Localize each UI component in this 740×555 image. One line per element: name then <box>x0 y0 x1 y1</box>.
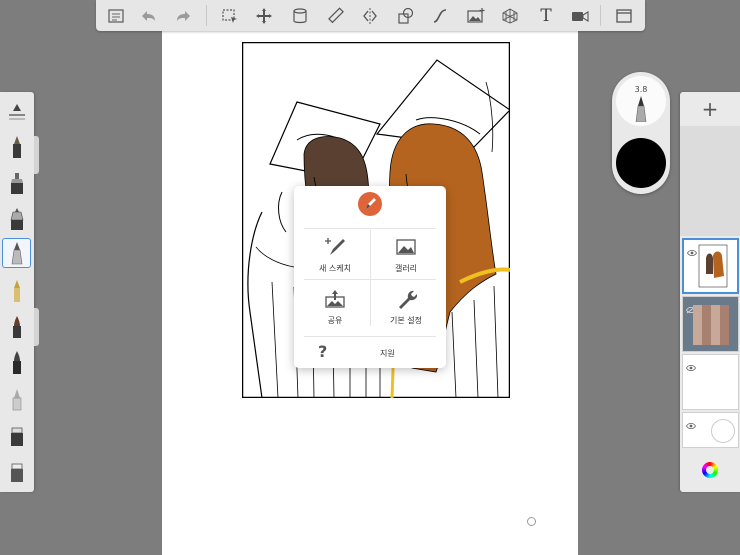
ballpoint-pen-icon[interactable] <box>2 238 31 268</box>
share-button[interactable]: 공유 <box>300 284 370 330</box>
layer-thumbnail-sketch[interactable] <box>682 238 739 294</box>
layer-thumbnail-background[interactable] <box>682 412 739 448</box>
pen-tip-icon <box>635 96 647 122</box>
preferences-label: 기본 설정 <box>390 316 422 325</box>
video-icon[interactable] <box>568 4 592 27</box>
pixelated-photo <box>693 305 729 345</box>
gallery-label: 갤러리 <box>394 264 418 273</box>
stroke-icon[interactable] <box>428 4 452 27</box>
layer-preview-image <box>698 244 728 288</box>
layer-stack-spacer <box>680 126 740 236</box>
fountain-pen-icon[interactable] <box>2 276 31 306</box>
top-toolbar: T <box>96 0 645 31</box>
layer-thumbnail-empty[interactable] <box>682 354 739 410</box>
hard-eraser-icon[interactable] <box>2 420 31 450</box>
pencil-brush-icon[interactable] <box>2 132 31 162</box>
add-layer-button[interactable]: + <box>680 92 740 126</box>
fullscreen-icon[interactable] <box>612 4 636 27</box>
airbrush-icon[interactable] <box>2 204 31 234</box>
redo-icon[interactable] <box>172 4 196 27</box>
help-button[interactable]: ? 지원 <box>304 342 436 362</box>
share-icon <box>323 288 347 310</box>
home-indicator <box>527 517 536 526</box>
fill-icon[interactable] <box>288 4 312 27</box>
paint-brush-icon[interactable] <box>2 348 31 378</box>
ink-brush-icon[interactable] <box>2 312 31 342</box>
brush-palette <box>0 92 34 492</box>
preferences-button[interactable]: 기본 설정 <box>371 284 441 330</box>
text-icon[interactable]: T <box>534 4 558 27</box>
gallery-button[interactable]: 갤러리 <box>371 232 441 278</box>
blender-icon[interactable] <box>2 456 31 486</box>
ruler-icon[interactable] <box>324 4 348 27</box>
layer-thumbnail-photo[interactable] <box>682 296 739 352</box>
menu-divider <box>304 228 436 229</box>
help-icon: ? <box>318 342 328 361</box>
color-wheel-icon[interactable] <box>702 462 718 478</box>
eye-icon[interactable] <box>687 242 697 257</box>
share-label: 공유 <box>327 316 343 325</box>
main-menu-popup: 새 스케치 갤러리 공유 기본 설정 ? 지원 <box>294 186 446 368</box>
toolbar-divider <box>206 5 207 26</box>
background-color-circle[interactable] <box>711 419 735 443</box>
marker-brush-icon[interactable] <box>2 168 31 198</box>
app-logo-icon <box>358 192 382 216</box>
eye-icon[interactable] <box>686 357 696 372</box>
shape-icon[interactable] <box>394 4 418 27</box>
brush-size-value: 3.8 <box>634 85 648 94</box>
toolbar-divider <box>600 5 601 26</box>
list-icon[interactable] <box>104 4 128 27</box>
wrench-icon <box>394 288 418 310</box>
new-sketch-icon <box>323 236 347 258</box>
menu-divider <box>304 336 436 337</box>
help-label: 지원 <box>380 349 395 358</box>
symmetry-icon[interactable] <box>358 4 382 27</box>
layers-panel: + <box>680 92 740 492</box>
palette-scroll-handle[interactable] <box>34 136 39 174</box>
brush-size-control[interactable]: 3.8 <box>616 76 666 126</box>
brush-puck[interactable]: 3.8 <box>612 72 670 194</box>
soft-eraser-icon[interactable] <box>2 384 31 414</box>
new-sketch-label: 새 스케치 <box>319 264 351 273</box>
undo-icon[interactable] <box>136 4 160 27</box>
palette-scroll-handle[interactable] <box>34 308 39 346</box>
color-swatch[interactable] <box>616 138 666 188</box>
transform-icon[interactable] <box>252 4 276 27</box>
new-sketch-button[interactable]: 새 스케치 <box>300 232 370 278</box>
image-icon[interactable] <box>464 4 488 27</box>
brush-properties-icon[interactable] <box>2 96 31 126</box>
selection-icon[interactable] <box>218 4 242 27</box>
eye-icon[interactable] <box>686 415 696 430</box>
gallery-icon <box>394 236 418 258</box>
menu-divider-vertical <box>370 230 371 326</box>
perspective-icon[interactable] <box>498 4 522 27</box>
